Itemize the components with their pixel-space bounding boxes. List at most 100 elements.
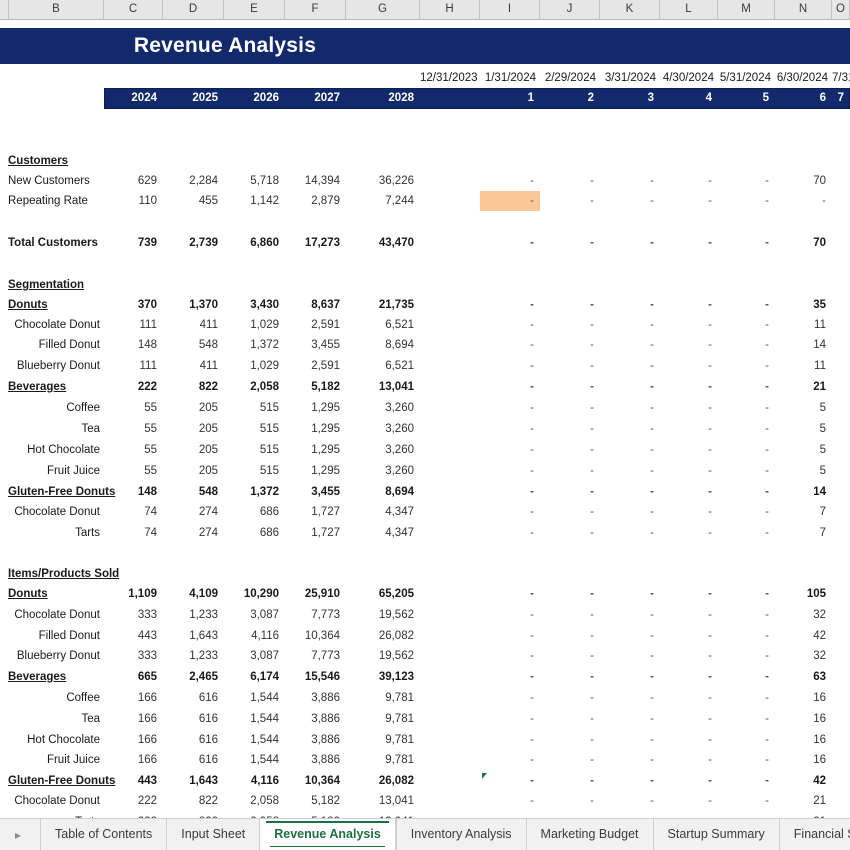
month-value-cell[interactable]: - bbox=[540, 335, 600, 355]
month-value-cell[interactable]: - bbox=[600, 356, 660, 376]
month-value-cell[interactable]: - bbox=[540, 398, 600, 418]
year-value-cell[interactable]: 1,544 bbox=[224, 750, 285, 770]
row-label[interactable]: Chocolate Donut bbox=[8, 315, 100, 335]
month-value-cell[interactable]: - bbox=[718, 377, 775, 397]
month-value-cell[interactable]: - bbox=[660, 709, 718, 729]
month-value-cell[interactable]: 5 bbox=[775, 461, 832, 481]
month-value-cell[interactable]: - bbox=[540, 295, 600, 315]
sheet-tab-startup-summary[interactable]: Startup Summary bbox=[653, 819, 779, 850]
month-value-cell[interactable]: - bbox=[718, 626, 775, 646]
month-value-cell[interactable]: - bbox=[718, 730, 775, 750]
month-value-cell[interactable]: - bbox=[540, 626, 600, 646]
month-value-cell[interactable]: 21 bbox=[775, 377, 832, 397]
month-value-cell[interactable]: - bbox=[480, 709, 540, 729]
year-value-cell[interactable]: 1,295 bbox=[285, 419, 346, 439]
month-value-cell[interactable]: - bbox=[480, 440, 540, 460]
month-value-cell[interactable]: - bbox=[660, 750, 718, 770]
column-header-m[interactable]: M bbox=[718, 0, 775, 19]
year-value-cell[interactable]: 15,546 bbox=[285, 667, 346, 687]
month-value-cell[interactable]: - bbox=[600, 315, 660, 335]
year-value-cell[interactable]: 333 bbox=[104, 646, 163, 666]
year-value-cell[interactable]: 205 bbox=[163, 419, 224, 439]
year-value-cell[interactable]: 1,727 bbox=[285, 502, 346, 522]
month-value-cell[interactable]: - bbox=[718, 233, 775, 253]
month-value-cell[interactable]: - bbox=[718, 791, 775, 811]
month-value-cell[interactable]: - bbox=[480, 482, 540, 502]
month-value-cell[interactable]: - bbox=[600, 646, 660, 666]
year-value-cell[interactable]: 222 bbox=[104, 791, 163, 811]
year-value-cell[interactable]: 9,781 bbox=[346, 730, 420, 750]
year-value-cell[interactable]: 110 bbox=[104, 191, 163, 211]
month-value-cell[interactable]: 70 bbox=[775, 171, 832, 191]
year-value-cell[interactable]: 3,087 bbox=[224, 605, 285, 625]
month-value-cell[interactable]: - bbox=[660, 771, 718, 791]
worksheet-grid[interactable]: Revenue Analysis 12/31/20231/31/20242/29… bbox=[0, 20, 850, 818]
month-value-cell[interactable]: - bbox=[600, 791, 660, 811]
month-value-cell[interactable]: - bbox=[660, 335, 718, 355]
year-value-cell[interactable]: 616 bbox=[163, 709, 224, 729]
month-value-cell[interactable]: - bbox=[540, 646, 600, 666]
month-value-cell[interactable]: - bbox=[600, 335, 660, 355]
month-value-cell[interactable]: - bbox=[660, 688, 718, 708]
month-value-cell[interactable]: - bbox=[480, 646, 540, 666]
year-value-cell[interactable]: 686 bbox=[224, 523, 285, 543]
year-value-cell[interactable]: 2,879 bbox=[285, 191, 346, 211]
month-value-cell[interactable]: - bbox=[540, 771, 600, 791]
month-value-cell[interactable]: 5 bbox=[775, 419, 832, 439]
month-value-cell[interactable]: - bbox=[718, 315, 775, 335]
year-value-cell[interactable]: 629 bbox=[104, 171, 163, 191]
year-value-cell[interactable]: 443 bbox=[104, 771, 163, 791]
year-value-cell[interactable]: 6,521 bbox=[346, 315, 420, 335]
month-value-cell[interactable]: - bbox=[540, 315, 600, 335]
month-value-cell[interactable]: - bbox=[480, 191, 540, 211]
month-value-cell[interactable]: - bbox=[540, 461, 600, 481]
row-label[interactable]: Donuts bbox=[8, 584, 100, 604]
month-value-cell[interactable]: - bbox=[540, 440, 600, 460]
year-value-cell[interactable]: 739 bbox=[104, 233, 163, 253]
year-value-cell[interactable]: 333 bbox=[104, 605, 163, 625]
month-value-cell[interactable]: - bbox=[660, 605, 718, 625]
month-value-cell[interactable]: - bbox=[480, 171, 540, 191]
year-value-cell[interactable]: 9,781 bbox=[346, 750, 420, 770]
month-value-cell[interactable]: 11 bbox=[775, 315, 832, 335]
year-value-cell[interactable]: 9,781 bbox=[346, 709, 420, 729]
month-value-cell[interactable]: - bbox=[480, 419, 540, 439]
year-value-cell[interactable]: 515 bbox=[224, 461, 285, 481]
month-value-cell[interactable]: - bbox=[718, 750, 775, 770]
month-value-cell[interactable]: - bbox=[540, 171, 600, 191]
month-value-cell[interactable]: 16 bbox=[775, 709, 832, 729]
year-value-cell[interactable]: 274 bbox=[163, 523, 224, 543]
month-value-cell[interactable]: - bbox=[660, 171, 718, 191]
year-value-cell[interactable]: 3,455 bbox=[285, 335, 346, 355]
month-value-cell[interactable]: - bbox=[718, 419, 775, 439]
sheet-tab-financial-statements[interactable]: Financial Statements bbox=[779, 819, 850, 850]
row-label[interactable]: Coffee bbox=[8, 688, 100, 708]
month-value-cell[interactable]: - bbox=[600, 771, 660, 791]
year-value-cell[interactable]: 2,591 bbox=[285, 356, 346, 376]
year-value-cell[interactable]: 7,773 bbox=[285, 646, 346, 666]
year-value-cell[interactable]: 1,029 bbox=[224, 315, 285, 335]
row-label[interactable]: Total Customers bbox=[8, 233, 100, 253]
year-value-cell[interactable]: 10,364 bbox=[285, 771, 346, 791]
row-label[interactable]: Hot Chocolate bbox=[8, 440, 100, 460]
month-value-cell[interactable]: - bbox=[660, 461, 718, 481]
year-value-cell[interactable]: 166 bbox=[104, 730, 163, 750]
sheet-tab-marketing-budget[interactable]: Marketing Budget bbox=[526, 819, 653, 850]
month-value-cell[interactable]: - bbox=[660, 398, 718, 418]
month-value-cell[interactable]: - bbox=[600, 502, 660, 522]
month-value-cell[interactable]: - bbox=[540, 730, 600, 750]
year-value-cell[interactable]: 411 bbox=[163, 356, 224, 376]
year-value-cell[interactable]: 822 bbox=[163, 377, 224, 397]
month-value-cell[interactable]: - bbox=[480, 584, 540, 604]
month-value-cell[interactable]: - bbox=[718, 605, 775, 625]
month-value-cell[interactable]: - bbox=[718, 688, 775, 708]
month-value-cell[interactable]: - bbox=[718, 461, 775, 481]
month-value-cell[interactable]: - bbox=[600, 584, 660, 604]
row-label[interactable]: Repeating Rate bbox=[8, 191, 100, 211]
year-value-cell[interactable]: 26,082 bbox=[346, 626, 420, 646]
year-value-cell[interactable]: 166 bbox=[104, 750, 163, 770]
month-value-cell[interactable]: - bbox=[600, 709, 660, 729]
year-value-cell[interactable]: 548 bbox=[163, 335, 224, 355]
year-value-cell[interactable]: 13,041 bbox=[346, 791, 420, 811]
year-value-cell[interactable]: 55 bbox=[104, 440, 163, 460]
